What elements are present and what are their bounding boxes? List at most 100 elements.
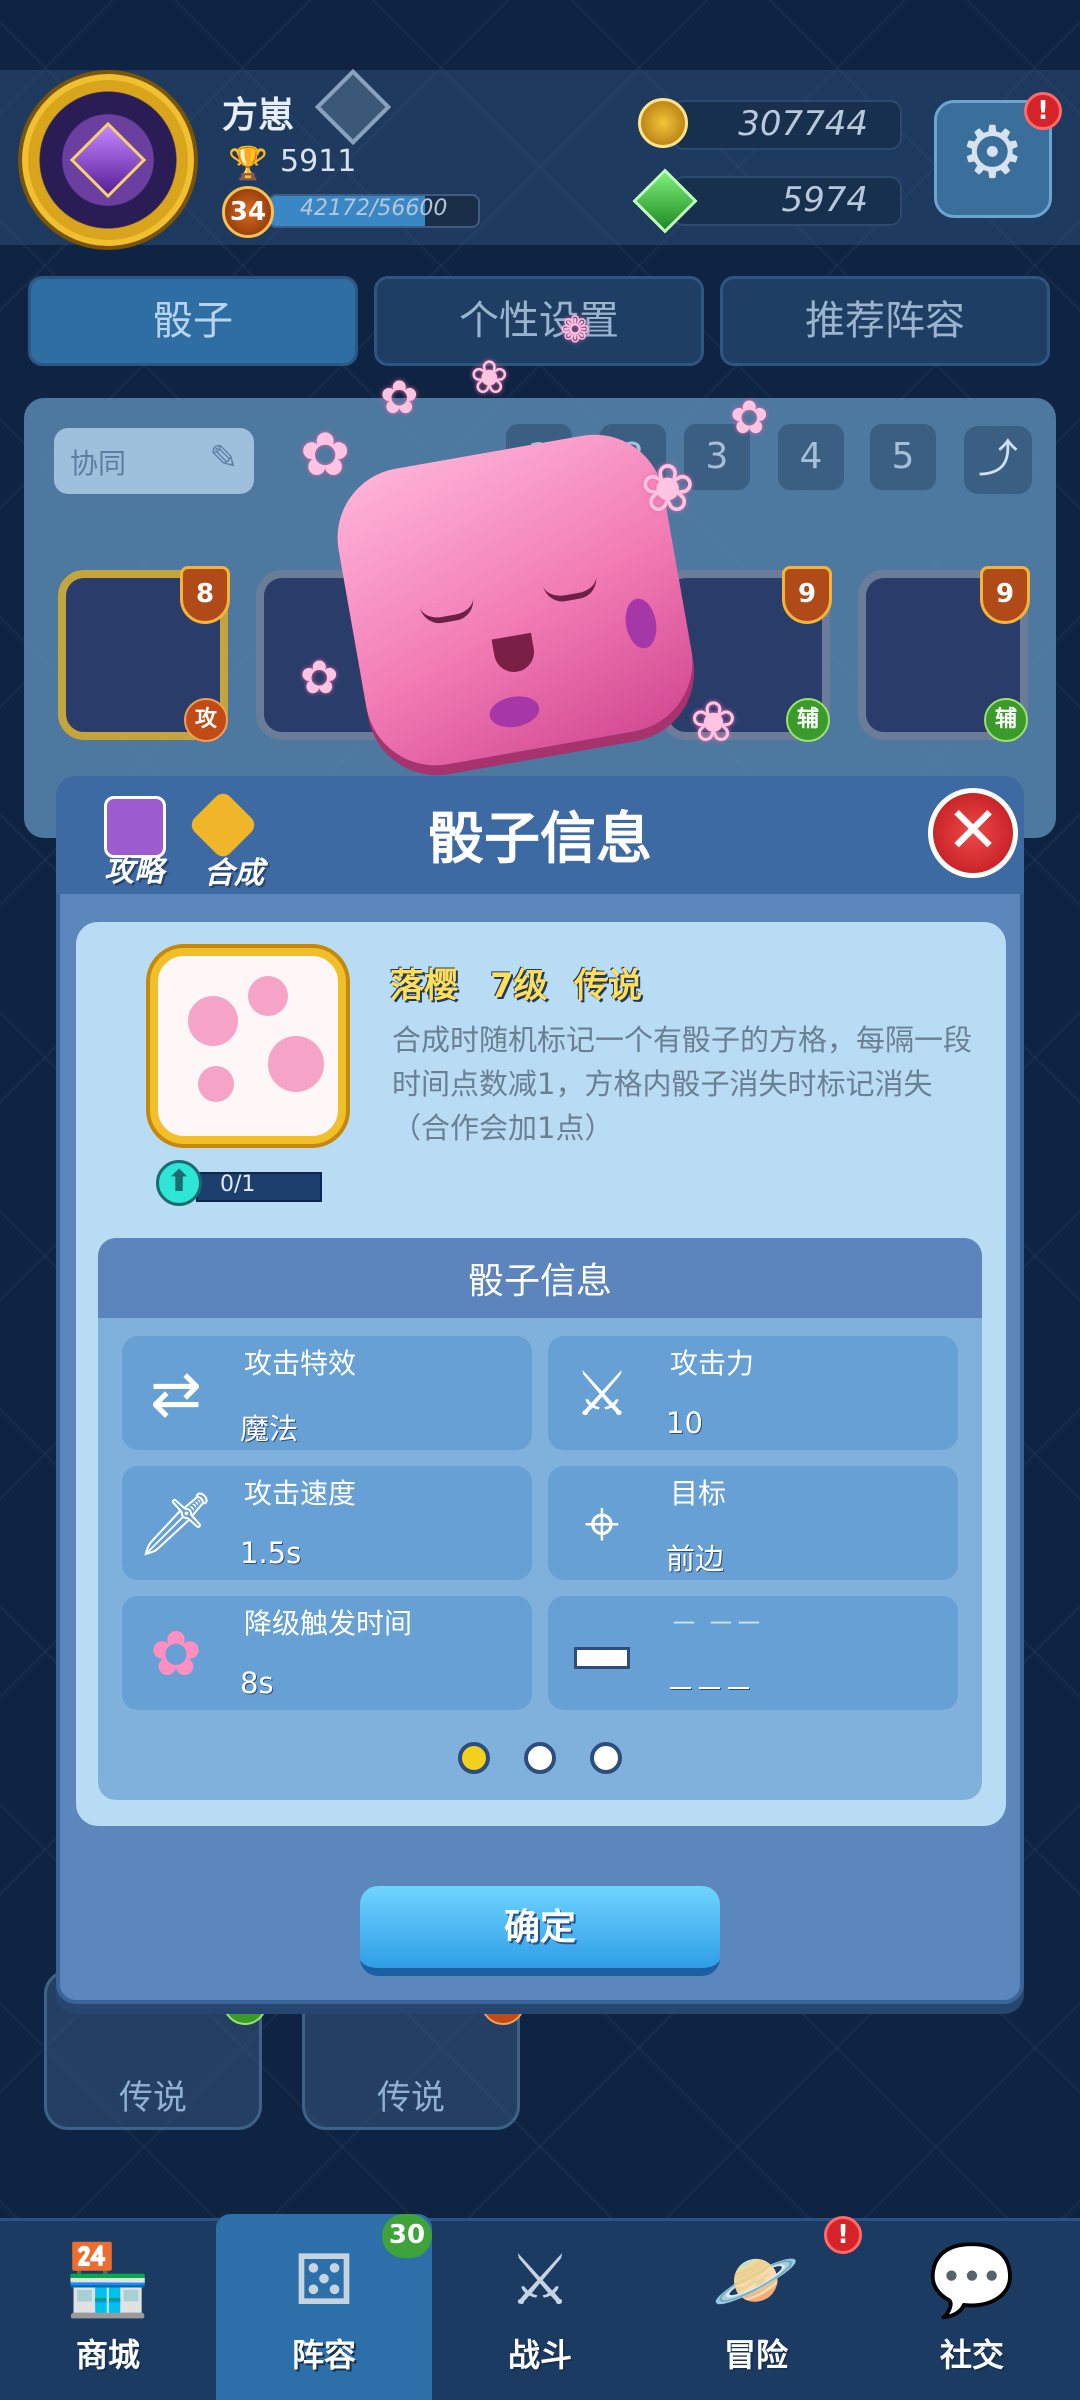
- sakura-petal-icon: ✿: [380, 370, 419, 424]
- blossom-dot: [248, 976, 288, 1016]
- share-icon[interactable]: ⤴: [964, 426, 1032, 494]
- card-role-badge: 辅: [984, 698, 1028, 742]
- sakura-petal-icon: ✿: [300, 420, 351, 490]
- nav-label: 冒险: [723, 2336, 788, 2374]
- close-icon: ✕: [946, 794, 1000, 868]
- merge-label[interactable]: 合成: [204, 848, 264, 892]
- blank-bar-icon: [562, 1614, 642, 1694]
- tab-recommended[interactable]: 推荐阵容: [720, 276, 1050, 366]
- mascot-pip: [487, 692, 542, 731]
- stat-downgrade-time: ✿ 降级触发时间 8s: [122, 1596, 532, 1710]
- mascot-mouth: [491, 632, 538, 676]
- sakura-petal-icon: ✿: [300, 650, 339, 704]
- sakura-petal-icon: ❁: [560, 310, 591, 351]
- mascot-eye-left: [419, 597, 477, 627]
- nav-social[interactable]: 💬 社交: [864, 2230, 1080, 2400]
- mascot-pip: [621, 596, 661, 651]
- stat-attack-power: ⚔ 攻击力 10: [548, 1336, 958, 1450]
- stat-key: 攻击特效: [244, 1347, 357, 1380]
- confirm-button[interactable]: 确定: [360, 1886, 720, 1976]
- stat-target: ⌖ 目标 前边: [548, 1466, 958, 1580]
- dice-rarity: 传说: [574, 966, 642, 1006]
- card-role-badge: 攻: [184, 698, 228, 742]
- sakura-dice-icon: [150, 948, 346, 1144]
- page-dot-3[interactable]: [590, 1742, 622, 1774]
- mascot-eye-right: [542, 575, 600, 605]
- deck-card-1[interactable]: 8攻: [58, 566, 230, 742]
- crossed-swords-icon: ⚔: [508, 2239, 572, 2321]
- sakura-petal-icon: ❀: [640, 450, 696, 527]
- stat-empty: － －－ －－－: [548, 1596, 958, 1710]
- lineup-count-badge: 30: [382, 2214, 432, 2258]
- deck-card-5[interactable]: 9辅: [858, 566, 1030, 742]
- upgrade-progress-bar: [196, 1172, 322, 1202]
- stat-key: 目标: [670, 1477, 727, 1510]
- player-level-badge: 34: [222, 186, 274, 238]
- xp-text: 42172/56600: [300, 196, 448, 221]
- dice-level: 7级: [490, 966, 548, 1006]
- tab-customize[interactable]: 个性设置: [374, 276, 704, 366]
- sakura-petal-icon: ❀: [470, 350, 509, 404]
- stat-key: － －－: [670, 1607, 763, 1640]
- nav-label: 社交: [939, 2336, 1004, 2374]
- upgrade-progress-text: 0/1: [220, 1172, 256, 1197]
- nav-label: 阵容: [291, 2336, 356, 2374]
- strategy-label[interactable]: 攻略: [104, 846, 164, 890]
- close-button[interactable]: ✕: [928, 788, 1018, 878]
- sakura-petal-icon: ✿: [730, 390, 769, 444]
- sakura-icon: ✿: [150, 1617, 202, 1690]
- card-rarity-label: 传说: [119, 2078, 187, 2118]
- adventure-alert-badge: !: [824, 2216, 862, 2254]
- deck-slot-4[interactable]: 4: [778, 424, 844, 490]
- gold-value: 307744: [738, 104, 868, 144]
- chat-bubbles-icon: 💬: [928, 2239, 1016, 2321]
- nav-shop[interactable]: 🏪 商城: [0, 2230, 216, 2400]
- shop-icon: 🏪: [64, 2239, 152, 2321]
- gear-icon: ⚙: [960, 110, 1025, 194]
- deck-slot-5[interactable]: 5: [870, 424, 936, 490]
- upgrade-arrow-icon: ⬆: [156, 1160, 202, 1206]
- modal-title: 骰子信息: [428, 807, 652, 872]
- edit-icon: ✎: [209, 438, 239, 478]
- stat-value: 1.5s: [240, 1536, 302, 1570]
- stat-key: 攻击速度: [244, 1477, 357, 1510]
- card-rarity-label: 传说: [377, 2078, 445, 2118]
- player-name: 方崽: [222, 95, 295, 136]
- settings-alert-badge: !: [1024, 92, 1062, 130]
- dice-name: 落樱: [390, 966, 458, 1006]
- nav-adventure[interactable]: 🪐 冒险: [648, 2230, 864, 2400]
- stat-value: 10: [666, 1406, 703, 1440]
- stat-value: －－－: [666, 1672, 754, 1706]
- stat-value: 魔法: [240, 1412, 299, 1446]
- card-level-badge: 8: [180, 566, 230, 624]
- sakura-petal-icon: ❀: [690, 690, 737, 755]
- card-level-badge: 9: [980, 566, 1030, 624]
- nav-battle[interactable]: ⚔ 战斗: [432, 2230, 648, 2400]
- nav-label: 商城: [75, 2336, 140, 2374]
- blossom-dot: [198, 1066, 234, 1102]
- blossom-dot: [268, 1036, 324, 1092]
- dice-description: 合成时随机标记一个有骰子的方格，每隔一段时间点数减1，方格内骰子消失时标记消失（…: [392, 1023, 973, 1145]
- stat-attack-speed: 🗡 攻击速度 1.5s: [122, 1466, 532, 1580]
- sword-burst-icon: ⚔: [574, 1357, 630, 1430]
- stats-title: 骰子信息: [467, 1261, 612, 1302]
- stat-key: 降级触发时间: [244, 1607, 413, 1640]
- deck-mode-field[interactable]: 协同 ✎: [54, 428, 254, 494]
- avatar-gem-icon: [69, 121, 147, 199]
- crosshair-icon: ⌖: [584, 1487, 620, 1560]
- trophy-icon: 🏆: [228, 144, 268, 182]
- stat-key: 攻击力: [670, 1347, 755, 1380]
- page-dot-1[interactable]: [458, 1742, 490, 1774]
- stat-value: 前边: [666, 1542, 725, 1576]
- swap-arrows-icon: ⇄: [150, 1357, 202, 1430]
- card-level-badge: 9: [782, 566, 832, 624]
- player-avatar[interactable]: [22, 74, 194, 246]
- nav-label: 战斗: [507, 2336, 572, 2374]
- blossom-dot: [188, 996, 238, 1046]
- deck-mode-label: 协同: [70, 447, 127, 480]
- page-dot-2[interactable]: [524, 1742, 556, 1774]
- gem-value: 5974: [781, 180, 868, 220]
- speed-sword-icon: 🗡: [136, 1487, 216, 1560]
- card-role-badge: 辅: [786, 698, 830, 742]
- tab-dice[interactable]: 骰子: [28, 276, 358, 366]
